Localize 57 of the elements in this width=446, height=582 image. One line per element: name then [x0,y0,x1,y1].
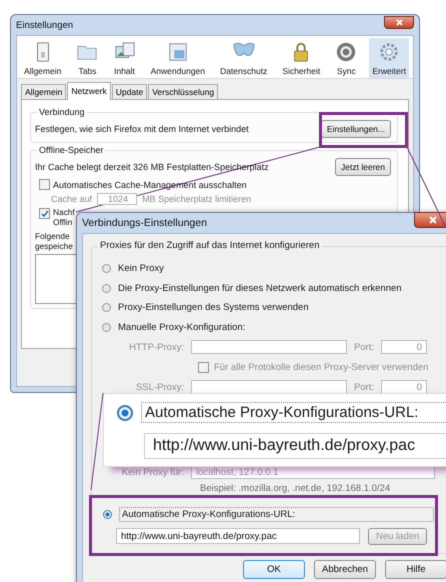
radio-label: Proxy-Einstellungen des Systems verwenden [118,302,309,314]
websites-text: Folgende gespeiche [35,232,73,252]
field-label: Port: [354,342,374,352]
tab[interactable]: Update [112,84,148,99]
window-icon [166,41,189,63]
radio-button[interactable] [102,284,111,293]
description-text: Festlegen, wie sich Firefox mit dem Internet verbindet [35,124,249,134]
toolbar-button[interactable]: Erweitert [369,38,409,78]
checkbox-label: Für alle Protokolle diesen Proxy-Server verwenden [214,362,428,372]
unit-label: MB Speicherplatz limitieren [142,194,252,204]
radio-button[interactable] [102,322,111,332]
radio-button[interactable] [102,303,111,312]
checkbox[interactable] [39,208,50,219]
gear-icon [378,41,400,63]
radio-label: Automatische Proxy-Konfigurations-URL: [119,506,434,522]
url-field[interactable]: http://www.uni-bayreuth.de/proxy.pac [116,528,360,544]
dialog-button[interactable]: Abbrechen [314,560,376,579]
toolbar-button[interactable]: Allgemein [21,38,64,78]
dialog-button[interactable]: Hilfe [385,560,446,579]
toolbar-button[interactable]: Sync [332,38,360,78]
radio-label: Automatische Proxy-Konfigurations-URL: [141,402,446,423]
group-legend: Verbindung [37,107,87,117]
group-legend: Offline-Speicher [37,145,106,155]
close-icon [429,216,437,224]
checkmark-icon [40,210,48,218]
window-title: Verbindungs-Einstellungen [82,217,207,229]
toolbar-button[interactable]: Datenschutz [217,38,270,78]
example-text: Beispiel: .mozilla.org, .net.de, 192.168.1.0/24 [199,482,390,495]
field-label: Port: [354,382,374,392]
toolbar-button[interactable]: Sicherheit [279,38,324,78]
close-icon [396,18,402,26]
close-button[interactable] [414,212,446,228]
radio-label: Die Proxy-Einstellungen für dieses Netzwerk automatisch erkennen [118,282,402,294]
dialog-button[interactable]: OK [243,560,305,579]
radio-label: Manuelle Proxy-Konfiguration: [118,322,246,333]
window-title: Einstellungen [16,20,74,30]
tab[interactable]: Allgemein [21,84,66,99]
radio-button[interactable] [102,264,111,274]
cache-limit-label: Cache auf [51,194,92,204]
radio-button[interactable] [103,510,112,518]
settings-button[interactable]: Einstellungen... [320,120,391,138]
url-field: http://www.uni-bayreuth.de/proxy.pac [144,433,446,459]
tab[interactable]: Verschlüsselung [148,84,218,99]
radio-label: Kein Proxy [118,263,164,274]
checkbox-label: Nachf Offlin [53,208,75,228]
toolbar-button[interactable]: Tabs [73,38,102,78]
group-legend: Proxies für den Zugriff auf das Internet konfigurieren [98,240,322,251]
toolbar-button[interactable]: Anwendungen [148,38,208,78]
sync-icon [335,41,358,63]
checkbox[interactable] [39,179,50,190]
toolbar-button[interactable]: Inhalt [110,38,139,78]
field-label: SSL-Proxy: [134,382,184,392]
close-button[interactable] [384,16,414,28]
field-label: Kein Proxy für: [120,466,184,478]
tab[interactable]: Netzwerk [67,82,111,100]
clear-now-button[interactable]: Jetzt leeren [335,158,391,176]
field-label: HTTP-Proxy: [128,342,184,352]
